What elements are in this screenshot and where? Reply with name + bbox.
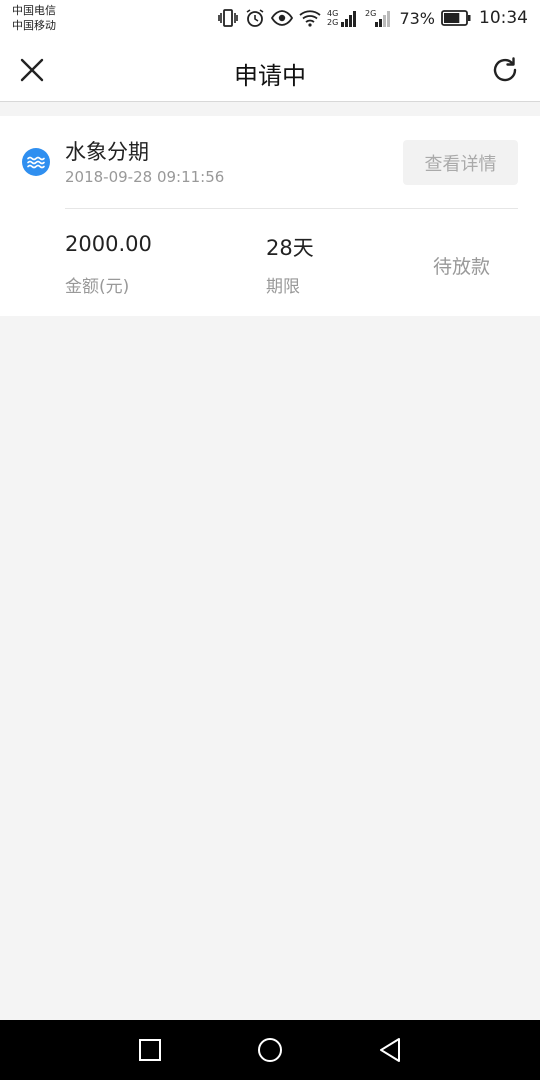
signal-4g-icon: 4G 2G xyxy=(327,8,359,28)
alarm-icon xyxy=(245,8,265,28)
term-label: 期限 xyxy=(266,277,300,297)
status-icons: 4G 2G 2G 73% 10:34 xyxy=(217,6,528,30)
back-icon[interactable] xyxy=(375,1035,405,1065)
term-value: 28天 xyxy=(266,236,314,260)
network-type-1: 4G xyxy=(327,9,338,18)
amount-label: 金额(元) xyxy=(65,277,130,297)
wifi-icon xyxy=(299,9,322,27)
battery-icon xyxy=(441,10,471,26)
carrier-2: 中国移动 xyxy=(12,19,56,32)
application-card: 水象分期 2018-09-28 09:11:56 查看详情 2000.00 金额… xyxy=(0,116,540,316)
view-details-button[interactable]: 查看详情 xyxy=(403,140,518,185)
recent-apps-icon[interactable] xyxy=(135,1035,165,1065)
eye-icon xyxy=(271,10,294,26)
clock: 10:34 xyxy=(479,8,528,28)
amount-value: 2000.00 xyxy=(65,232,152,256)
system-nav-bar xyxy=(0,1020,540,1080)
status-badge: 待放款 xyxy=(433,256,491,278)
status-bar: 中国电信 中国移动 4G 2G 2G 73% 10:34 xyxy=(0,0,540,38)
battery-percent: 73% xyxy=(399,8,435,28)
wave-icon xyxy=(22,148,50,176)
network-type-2: 2G xyxy=(327,18,338,27)
product-name: 水象分期 xyxy=(65,140,149,164)
vibrate-icon xyxy=(217,8,239,28)
network-type-3: 2G xyxy=(365,9,376,18)
carrier-1: 中国电信 xyxy=(12,4,56,17)
refresh-icon[interactable] xyxy=(490,55,520,85)
nav-header: 申请中 xyxy=(0,38,540,102)
apply-time: 2018-09-28 09:11:56 xyxy=(65,168,225,186)
page-title: 申请中 xyxy=(234,62,306,90)
divider xyxy=(65,208,518,209)
home-icon[interactable] xyxy=(255,1035,285,1065)
signal-2g-icon: 2G xyxy=(365,8,393,28)
carrier-info: 中国电信 中国移动 xyxy=(12,3,56,33)
